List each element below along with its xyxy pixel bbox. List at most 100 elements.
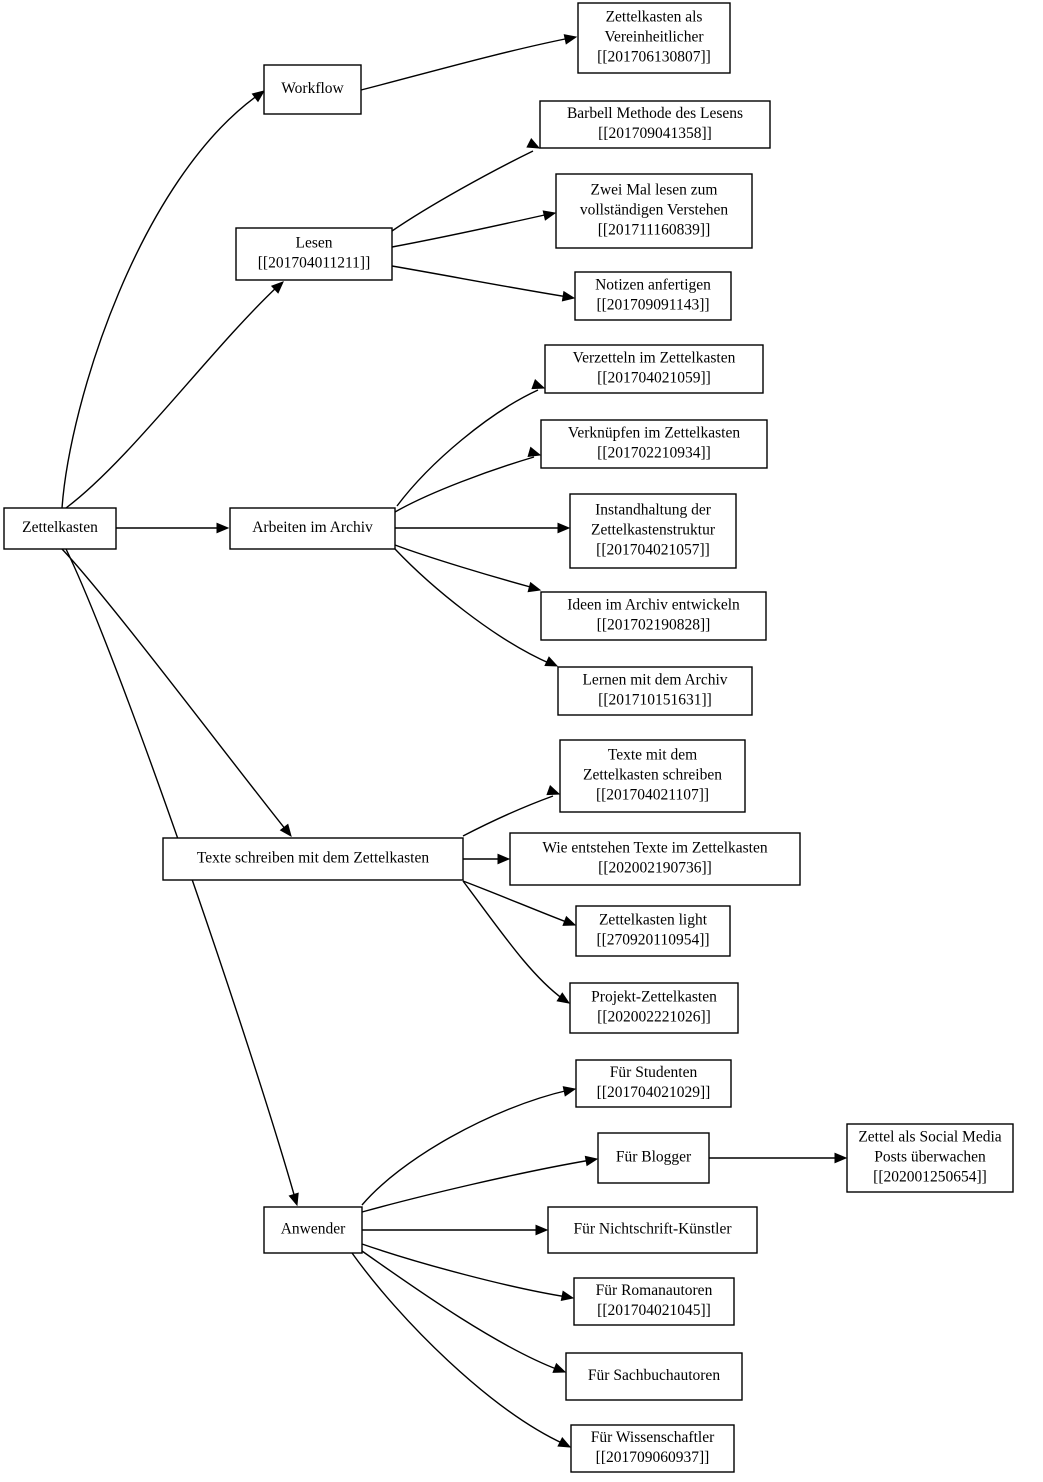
edge-arbeiten_im_archiv-to-ideen_entwickeln — [394, 544, 542, 593]
node-verknuepfen[interactable]: Verknüpfen im Zettelkasten [[201702210934… — [540, 419, 768, 469]
node-label-line: [[201704021029]] — [597, 1084, 711, 1101]
node-zettelkasten[interactable]: Zettelkasten — [3, 507, 117, 550]
edge-workflow-to-zk_vereinheitlicher — [360, 34, 578, 91]
edge-fuer_blogger-to-zettel_social_media — [709, 1152, 848, 1164]
node-label-line: [[201709060937]] — [596, 1449, 710, 1466]
zettelkasten-graph-canvas: Zettelkasten Workflow Zettelkasten als Vere… — [0, 0, 1043, 1482]
arrowhead-icon — [546, 785, 561, 796]
node-verzetteln[interactable]: Verzetteln im Zettelkasten [[201704021059… — [544, 344, 764, 394]
edge-line — [361, 1250, 560, 1371]
edge-line — [462, 795, 554, 837]
edge-line — [65, 285, 279, 509]
node-projekt_zettelkasten[interactable]: Projekt-Zettelkasten [[202002221026]] — [569, 982, 739, 1034]
node-label-line: Wie entstehen Texte im Zettelkasten — [542, 840, 768, 857]
node-label-line: Notizen anfertigen — [595, 277, 711, 294]
edge-anwender-to-fuer_wissenschaftler — [351, 1252, 572, 1448]
arrowhead-icon — [557, 1437, 572, 1448]
node-label-line: [[201704021057]] — [596, 542, 710, 559]
edge-anwender-to-fuer_blogger — [361, 1155, 599, 1213]
node-lernen_mit_archiv[interactable]: Lernen mit dem Archiv [[201710151631]] — [557, 666, 753, 716]
node-label-line: Posts überwachen — [874, 1149, 986, 1166]
edge-lesen-to-barbell — [391, 138, 541, 232]
edge-line — [396, 389, 539, 507]
edge-texte_schreiben-to-zettelkasten_light — [462, 880, 577, 926]
node-label-line: [[202001250654]] — [873, 1169, 987, 1186]
node-zk_vereinheitlicher[interactable]: Zettelkasten als Vereinheitlicher [[201706… — [577, 2, 731, 74]
node-lesen[interactable]: Lesen [[201704011211]] — [235, 227, 393, 281]
node-label-line: [[201711160839]] — [598, 222, 711, 239]
edge-anwender-to-fuer_nichtschrift — [362, 1224, 549, 1236]
edge-line — [361, 1089, 570, 1206]
edge-line — [394, 456, 535, 513]
node-texte_schreiben[interactable]: Texte schreiben mit dem Zettelkasten — [162, 837, 464, 881]
node-fuer_studenten[interactable]: Für Studenten [[201704021029]] — [575, 1059, 732, 1108]
node-label-line: Zettelkasten — [22, 519, 98, 536]
edge-line — [351, 1252, 565, 1445]
node-label-line: Für Blogger — [616, 1149, 692, 1166]
node-label-line: Zettel als Social Media — [858, 1129, 1001, 1146]
edge-line — [391, 150, 534, 232]
node-texte_mit_dem_zk[interactable]: Texte mit dem Zettelkasten schreiben [[201… — [559, 739, 746, 813]
node-label-line: vollständigen Verstehen — [580, 202, 728, 219]
node-zwei_mal_lesen[interactable]: Zwei Mal lesen zum vollständigen Verstehe… — [555, 173, 753, 249]
edge-texte_schreiben-to-projekt_zettelkasten — [462, 880, 571, 1004]
edge-arbeiten_im_archiv-to-verknuepfen — [394, 446, 542, 513]
edge-lesen-to-notizen_anfertigen — [391, 265, 576, 302]
node-label-line: [[201704021107]] — [596, 787, 709, 804]
node-arbeiten_im_archiv[interactable]: Arbeiten im Archiv — [229, 507, 396, 550]
node-label-line: Workflow — [281, 80, 344, 97]
node-label-line: Für Wissenschaftler — [591, 1429, 715, 1446]
edge-arbeiten_im_archiv-to-lernen_mit_archiv — [394, 548, 559, 667]
arrowhead-icon — [562, 915, 577, 926]
edge-line — [360, 37, 571, 91]
node-label-line: [[201704011211]] — [258, 255, 371, 272]
edge-line — [394, 544, 535, 589]
node-label-line: Arbeiten im Archiv — [252, 519, 373, 536]
node-label-line: Barbell Methode des Lesens — [567, 105, 743, 122]
node-label-line: [[201709041358]] — [598, 125, 712, 142]
graph-svg: Zettelkasten Workflow Zettelkasten als Vere… — [3, 2, 1014, 1473]
arrowhead-icon — [497, 853, 511, 865]
node-zettelkasten_light[interactable]: Zettelkasten light [[270920110954]] — [575, 905, 731, 957]
arrowhead-icon — [526, 138, 541, 149]
node-label-line: Verzetteln im Zettelkasten — [573, 350, 736, 367]
node-label-line: Für Studenten — [610, 1064, 698, 1081]
arrowhead-icon — [560, 1290, 575, 1302]
node-label-line: [[201704021045]] — [597, 1302, 711, 1319]
node-zettel_social_media[interactable]: Zettel als Social Media Posts überwachen [… — [846, 1123, 1014, 1193]
node-label-line: Zettelkasten als — [606, 9, 703, 26]
node-fuer_wissenschaftler[interactable]: Für Wissenschaftler [[201709060937]] — [570, 1424, 735, 1473]
node-label-line: Vereinheitlicher — [605, 29, 705, 46]
arrowhead-icon — [288, 1192, 299, 1207]
edge-line — [462, 880, 564, 1000]
node-barbell[interactable]: Barbell Methode des Lesens [[201709041358… — [539, 100, 771, 149]
node-workflow[interactable]: Workflow — [263, 64, 362, 115]
arrowhead-icon — [535, 1224, 549, 1236]
node-label-line: [[201702190828]] — [597, 617, 711, 634]
node-fuer_romanautoren[interactable]: Für Romanautoren [[201704021045]] — [573, 1277, 735, 1326]
node-label-line: Zettelkasten light — [599, 912, 708, 929]
arrowhead-icon — [216, 522, 230, 534]
node-anwender[interactable]: Anwender — [263, 1206, 363, 1254]
node-ideen_entwickeln[interactable]: Ideen im Archiv entwickeln [[201702190828… — [540, 591, 767, 641]
node-wie_entstehen_texte[interactable]: Wie entstehen Texte im Zettelkasten [[202… — [509, 832, 801, 886]
node-label-line: Zettelkastenstruktur — [591, 522, 716, 539]
arrowhead-icon — [557, 522, 571, 534]
arrowhead-icon — [563, 34, 578, 45]
node-label-line: Texte mit dem — [608, 747, 697, 764]
node-instandhaltung[interactable]: Instandhaltung der Zettelkastenstruktur [[… — [569, 493, 737, 569]
node-fuer_sachbuchautoren[interactable]: Für Sachbuchautoren — [565, 1352, 743, 1401]
edge-line — [391, 213, 550, 248]
node-label-line: Zettelkasten schreiben — [583, 767, 722, 784]
node-label-line: [[202002221026]] — [597, 1009, 711, 1026]
arrowhead-icon — [834, 1152, 848, 1164]
arrowhead-icon — [584, 1155, 599, 1167]
node-fuer_nichtschrift[interactable]: Für Nichtschrift-Künstler — [547, 1206, 758, 1254]
node-label-line: [[201709091143]] — [596, 297, 709, 314]
node-notizen_anfertigen[interactable]: Notizen anfertigen [[201709091143]] — [574, 271, 732, 321]
edge-line — [394, 548, 552, 665]
arrowhead-icon — [552, 1362, 567, 1373]
arrowhead-icon — [542, 210, 557, 221]
node-fuer_blogger[interactable]: Für Blogger — [597, 1132, 710, 1184]
node-label-line: Für Romanautoren — [596, 1282, 713, 1299]
